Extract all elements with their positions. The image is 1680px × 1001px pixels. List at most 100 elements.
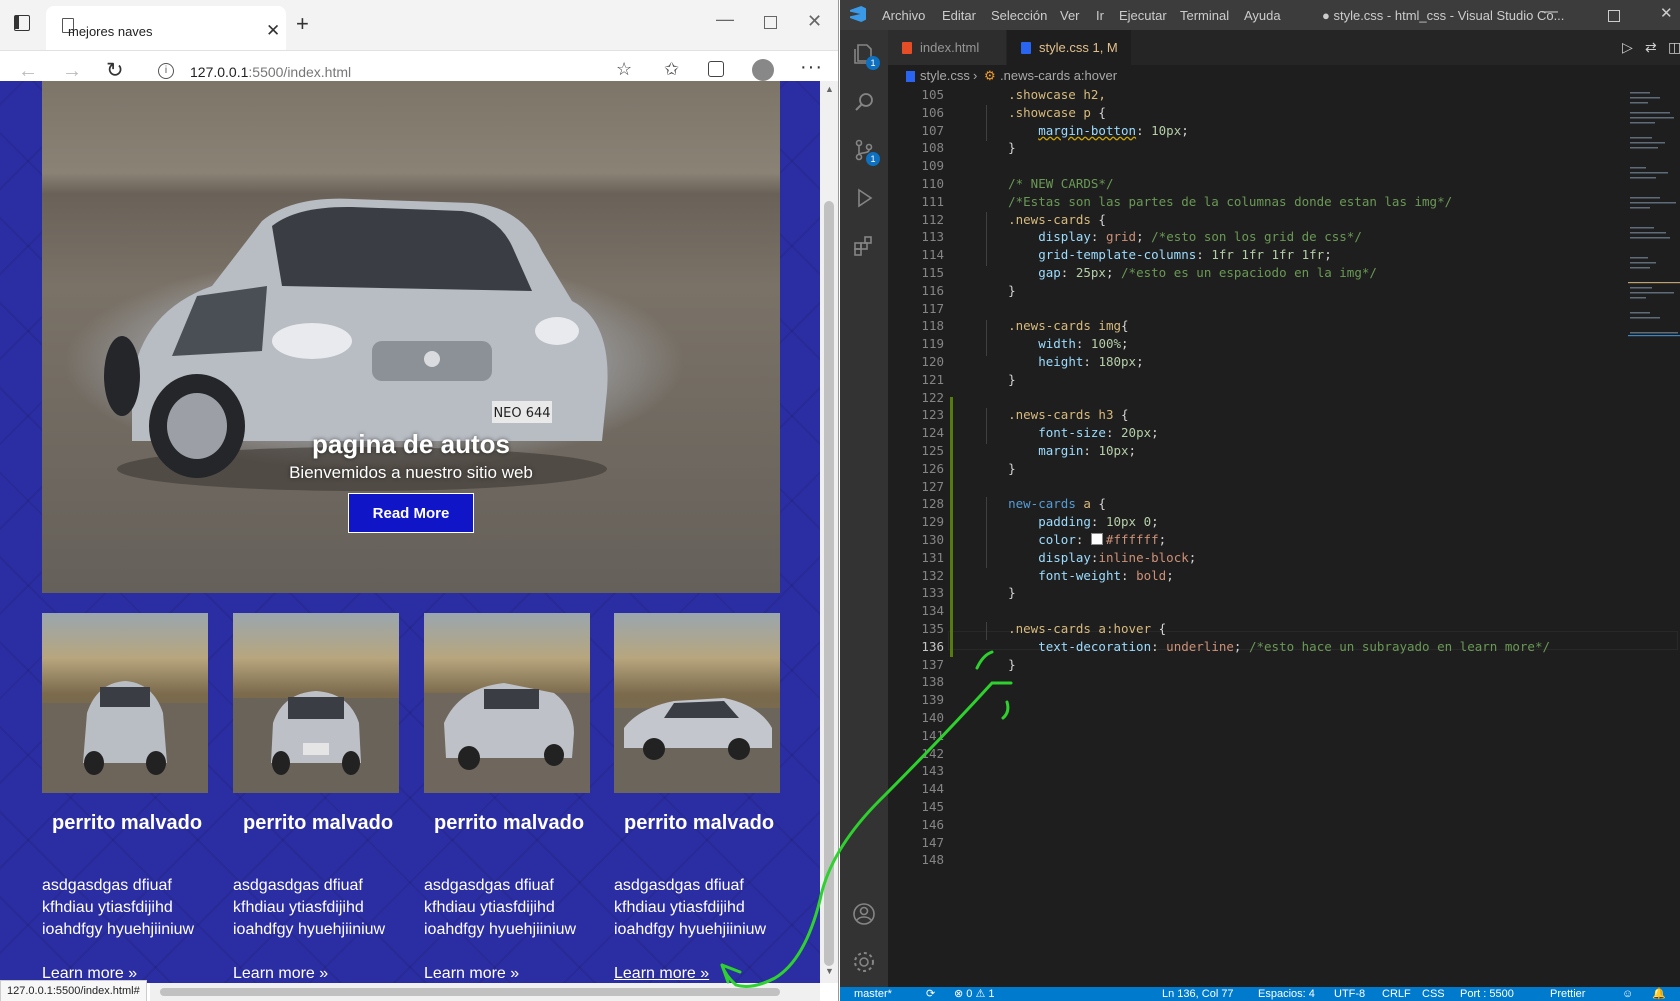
line-ending[interactable]: CRLF (1382, 987, 1411, 1001)
code-line[interactable]: margin: 10px; (978, 443, 1136, 458)
line-number: 113 (921, 229, 944, 245)
back-arrow-icon[interactable]: ← (18, 61, 38, 81)
tab-style-css[interactable]: style.css 1, M (1007, 30, 1131, 87)
css3-icon (1021, 42, 1031, 54)
language-mode[interactable]: CSS (1422, 987, 1445, 1001)
tab-index-html[interactable]: index.html (888, 30, 1006, 65)
learn-more-link[interactable]: Learn more » (233, 963, 328, 983)
tab-label: index.html (920, 40, 980, 55)
menu-ayuda[interactable]: Ayuda (1244, 8, 1281, 23)
minimize-icon[interactable]: — (1542, 4, 1558, 20)
code-line[interactable]: font-weight: bold; (978, 568, 1174, 583)
problems-count[interactable]: ⊗ 0 ⚠ 1 (954, 987, 994, 1001)
code-line[interactable]: } (978, 585, 1016, 600)
line-number: 138 (921, 674, 944, 690)
search-icon[interactable] (852, 90, 876, 114)
code-line[interactable]: width: 100%; (978, 336, 1128, 351)
git-branch[interactable]: master* (854, 987, 892, 1001)
more-options-icon[interactable]: ··· (800, 57, 823, 77)
code-line[interactable]: /*Estas son las partes de la columnas do… (978, 194, 1452, 209)
breadcrumb-file[interactable]: style.css (920, 65, 970, 87)
code-line[interactable]: .showcase h2, (978, 87, 1106, 102)
browser-tab[interactable]: mejores naves ✕ (46, 6, 286, 50)
new-tab-icon[interactable]: + (296, 13, 309, 35)
code-line[interactable]: font-size: 20px; (978, 425, 1158, 440)
maximize-icon[interactable] (764, 16, 777, 29)
code-line[interactable]: grid-template-columns: 1fr 1fr 1fr 1fr; (978, 247, 1332, 262)
source-control-icon[interactable]: 1 (852, 138, 880, 166)
menu-editar[interactable]: Editar (942, 8, 976, 23)
code-line[interactable]: .showcase p { (978, 105, 1106, 120)
code-line[interactable]: color: #ffffff; (978, 532, 1166, 547)
notifications-bell-icon[interactable]: 🔔 (1652, 987, 1666, 1001)
add-favorite-icon[interactable]: ☆ (616, 60, 632, 78)
code-line[interactable]: display: grid; /*esto son los grid de cs… (978, 229, 1362, 244)
sync-icon[interactable]: ⟳ (926, 987, 935, 1001)
menu-terminal[interactable]: Terminal (1180, 8, 1229, 23)
split-editor-icon[interactable]: ◫ (1668, 39, 1680, 56)
menu-ir[interactable]: Ir (1096, 8, 1104, 23)
scrollbar-thumb[interactable] (160, 988, 780, 996)
close-window-icon[interactable]: ✕ (807, 12, 822, 30)
code-line[interactable]: height: 180px; (978, 354, 1143, 369)
accounts-icon[interactable] (852, 902, 876, 926)
code-line[interactable]: .news-cards { (978, 212, 1106, 227)
breadcrumb-symbol[interactable]: .news-cards a:hover (1000, 65, 1117, 87)
run-debug-icon[interactable] (852, 186, 876, 210)
menu-archivo[interactable]: Archivo (882, 8, 925, 23)
code-line[interactable]: } (978, 140, 1016, 155)
menu-ver[interactable]: Ver (1060, 8, 1080, 23)
close-tab-icon[interactable]: ✕ (266, 22, 280, 39)
learn-more-link-hovered[interactable]: Learn more » (614, 963, 709, 983)
forward-arrow-icon[interactable]: → (62, 61, 82, 81)
live-server-port[interactable]: Port : 5500 (1460, 987, 1514, 1001)
color-swatch[interactable] (1090, 533, 1103, 545)
code-line[interactable]: .news-cards img{ (978, 318, 1128, 333)
encoding[interactable]: UTF-8 (1334, 987, 1365, 1001)
scrollbar-thumb[interactable] (824, 201, 834, 966)
minimize-icon[interactable]: — (716, 10, 734, 28)
tab-actions-icon[interactable] (14, 15, 30, 31)
code-line[interactable]: .news-cards h3 { (978, 407, 1128, 422)
code-line[interactable]: /* NEW CARDS*/ (978, 176, 1113, 191)
horizontal-scrollbar[interactable] (150, 983, 820, 1001)
feedback-icon[interactable]: ☺ (1622, 987, 1633, 1001)
read-more-button[interactable]: Read More (348, 493, 474, 533)
code-line[interactable]: new-cards a { (978, 496, 1106, 511)
menu-seleccion[interactable]: Selección (991, 8, 1047, 23)
code-editor[interactable]: 105 .showcase h2, 106 .showcase p {107 ma… (888, 87, 1680, 987)
vertical-scrollbar[interactable]: ▲ ▼ (820, 81, 838, 983)
prettier-status[interactable]: Prettier (1550, 987, 1585, 1001)
code-line[interactable]: gap: 25px; /*esto es un espaciodo en la … (978, 265, 1377, 280)
learn-more-link[interactable]: Learn more » (424, 963, 519, 983)
collections-icon[interactable] (708, 61, 724, 77)
code-line[interactable]: } (978, 372, 1016, 387)
menu-ejecutar[interactable]: Ejecutar (1119, 8, 1167, 23)
profile-avatar[interactable] (752, 59, 774, 81)
indentation[interactable]: Espacios: 4 (1258, 987, 1315, 1001)
info-icon[interactable]: i (158, 63, 174, 79)
cursor-position[interactable]: Ln 136, Col 77 (1162, 987, 1234, 1001)
code-line[interactable]: margin-botton: 10px; (978, 123, 1189, 138)
code-line[interactable]: display:inline-block; (978, 550, 1196, 565)
url-text[interactable]: 127.0.0.1:5500/index.html (190, 64, 351, 80)
code-line[interactable]: } (978, 657, 1016, 672)
vscode-window: Archivo Editar Selección Ver Ir Ejecutar… (840, 0, 1680, 1001)
scroll-down-arrow-icon[interactable]: ▼ (825, 967, 834, 976)
favorites-icon[interactable]: ✩ (664, 60, 679, 78)
run-icon[interactable]: ▷ (1622, 39, 1633, 56)
code-line[interactable]: .news-cards a:hover { (978, 621, 1166, 636)
compare-changes-icon[interactable]: ⇄ (1645, 39, 1657, 56)
close-window-icon[interactable]: ✕ (1660, 6, 1673, 21)
code-line[interactable]: } (978, 283, 1016, 298)
reload-icon[interactable]: ↻ (106, 60, 124, 81)
code-line[interactable]: text-decoration: underline; /*esto hace … (978, 639, 1550, 654)
code-line[interactable]: padding: 10px 0; (978, 514, 1158, 529)
extensions-icon[interactable] (852, 234, 876, 258)
code-line[interactable]: } (978, 461, 1016, 476)
maximize-icon[interactable] (1608, 10, 1620, 22)
explorer-icon[interactable]: 1 (852, 42, 880, 70)
minimap[interactable] (1628, 87, 1680, 367)
scroll-up-arrow-icon[interactable]: ▲ (825, 85, 834, 94)
settings-gear-icon[interactable] (852, 950, 876, 974)
